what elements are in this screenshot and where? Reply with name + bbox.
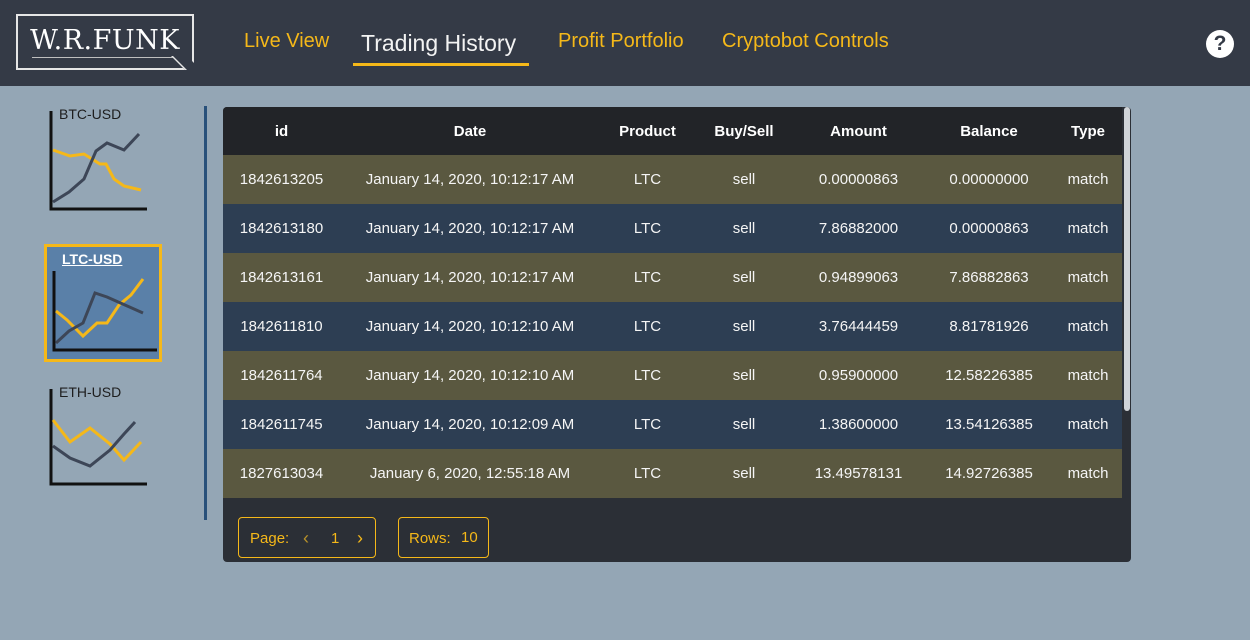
logo-underline — [32, 57, 178, 58]
cell-product: LTC — [600, 302, 695, 351]
cell-balance: 13.54126385 — [924, 400, 1054, 449]
cell-side: sell — [695, 155, 793, 204]
rows-value[interactable]: 10 — [461, 529, 478, 546]
table-header-row: id Date Product Buy/Sell Amount Balance … — [223, 107, 1122, 155]
trading-history-table-card: id Date Product Buy/Sell Amount Balance … — [223, 107, 1131, 562]
btc-chart-icon — [49, 111, 147, 211]
cell-amount: 0.95900000 — [793, 351, 924, 400]
column-header-id[interactable]: id — [223, 107, 340, 155]
logo-text: W.R.FUNK — [30, 25, 180, 56]
rows-label: Rows: — [409, 530, 451, 547]
nav-profit-portfolio[interactable]: Profit Portfolio — [558, 30, 684, 53]
column-header-buy-sell[interactable]: Buy/Sell — [695, 107, 793, 155]
cell-product: LTC — [600, 204, 695, 253]
cell-balance: 0.00000863 — [924, 204, 1054, 253]
table-scrollbar[interactable] — [1124, 107, 1130, 411]
cell-balance: 8.81781926 — [924, 302, 1054, 351]
cell-product: LTC — [600, 400, 695, 449]
sidebar-divider — [204, 106, 207, 520]
trading-history-table: id Date Product Buy/Sell Amount Balance … — [223, 107, 1122, 498]
column-header-type[interactable]: Type — [1054, 107, 1122, 155]
cell-date: January 6, 2020, 12:55:18 AM — [340, 449, 600, 498]
cell-side: sell — [695, 351, 793, 400]
cell-side: sell — [695, 302, 793, 351]
cell-date: January 14, 2020, 10:12:17 AM — [340, 253, 600, 302]
symbol-ltc-usd[interactable]: LTC-USD — [44, 244, 162, 362]
symbol-label-ltc: LTC-USD — [62, 251, 123, 267]
prev-page-button[interactable]: ‹ — [303, 528, 309, 549]
cell-amount: 3.76444459 — [793, 302, 924, 351]
table-row[interactable]: 1827613034 January 6, 2020, 12:55:18 AM … — [223, 449, 1122, 498]
cell-id: 1842611810 — [223, 302, 340, 351]
cell-amount: 7.86882000 — [793, 204, 924, 253]
nav-cryptobot-controls[interactable]: Cryptobot Controls — [722, 30, 889, 53]
cell-id: 1842613205 — [223, 155, 340, 204]
help-icon[interactable]: ? — [1206, 30, 1234, 58]
cell-id: 1827613034 — [223, 449, 340, 498]
table-row[interactable]: 1842613205 January 14, 2020, 10:12:17 AM… — [223, 155, 1122, 204]
cell-side: sell — [695, 449, 793, 498]
cell-type: match — [1054, 155, 1122, 204]
rows-per-page-selector[interactable]: Rows: 10 — [398, 517, 489, 558]
table-row[interactable]: 1842613161 January 14, 2020, 10:12:17 AM… — [223, 253, 1122, 302]
cell-type: match — [1054, 449, 1122, 498]
cell-type: match — [1054, 400, 1122, 449]
cell-side: sell — [695, 204, 793, 253]
cell-balance: 14.92726385 — [924, 449, 1054, 498]
page-selector: Page: ‹ 1 › — [238, 517, 376, 558]
cell-amount: 13.49578131 — [793, 449, 924, 498]
symbol-btc-usd[interactable]: BTC-USD — [44, 106, 162, 224]
cell-product: LTC — [600, 351, 695, 400]
next-page-button[interactable]: › — [357, 528, 363, 549]
column-header-product[interactable]: Product — [600, 107, 695, 155]
logo-corner-cut — [171, 56, 201, 70]
table-row[interactable]: 1842611810 January 14, 2020, 10:12:10 AM… — [223, 302, 1122, 351]
top-navigation-bar: W.R.FUNK Live View Trading History Profi… — [0, 0, 1250, 86]
table-row[interactable]: 1842611764 January 14, 2020, 10:12:10 AM… — [223, 351, 1122, 400]
column-header-balance[interactable]: Balance — [924, 107, 1054, 155]
cell-id: 1842613161 — [223, 253, 340, 302]
cell-side: sell — [695, 253, 793, 302]
nav-trading-history[interactable]: Trading History — [361, 30, 516, 57]
column-header-date[interactable]: Date — [340, 107, 600, 155]
table-row[interactable]: 1842611745 January 14, 2020, 10:12:09 AM… — [223, 400, 1122, 449]
cell-type: match — [1054, 351, 1122, 400]
cell-balance: 0.00000000 — [924, 155, 1054, 204]
cell-date: January 14, 2020, 10:12:10 AM — [340, 351, 600, 400]
cell-id: 1842613180 — [223, 204, 340, 253]
cell-type: match — [1054, 302, 1122, 351]
cell-amount: 0.94899063 — [793, 253, 924, 302]
cell-type: match — [1054, 253, 1122, 302]
cell-date: January 14, 2020, 10:12:17 AM — [340, 204, 600, 253]
cell-balance: 7.86882863 — [924, 253, 1054, 302]
cell-product: LTC — [600, 155, 695, 204]
cell-date: January 14, 2020, 10:12:09 AM — [340, 400, 600, 449]
cell-amount: 0.00000863 — [793, 155, 924, 204]
wrfunk-logo[interactable]: W.R.FUNK — [16, 14, 201, 70]
cell-product: LTC — [600, 253, 695, 302]
nav-live-view[interactable]: Live View — [244, 30, 329, 53]
cell-side: sell — [695, 400, 793, 449]
table-row[interactable]: 1842613180 January 14, 2020, 10:12:17 AM… — [223, 204, 1122, 253]
symbol-label-btc: BTC-USD — [59, 106, 122, 122]
page-label: Page: — [250, 530, 290, 547]
page-number[interactable]: 1 — [331, 530, 339, 547]
active-nav-underline — [353, 63, 529, 66]
symbol-label-eth: ETH-USD — [59, 384, 122, 400]
symbol-eth-usd[interactable]: ETH-USD — [44, 384, 162, 502]
cell-type: match — [1054, 204, 1122, 253]
cell-product: LTC — [600, 449, 695, 498]
column-header-amount[interactable]: Amount — [793, 107, 924, 155]
cell-balance: 12.58226385 — [924, 351, 1054, 400]
cell-amount: 1.38600000 — [793, 400, 924, 449]
cell-date: January 14, 2020, 10:12:10 AM — [340, 302, 600, 351]
eth-chart-icon — [49, 389, 147, 486]
cell-id: 1842611764 — [223, 351, 340, 400]
cell-date: January 14, 2020, 10:12:17 AM — [340, 155, 600, 204]
cell-id: 1842611745 — [223, 400, 340, 449]
